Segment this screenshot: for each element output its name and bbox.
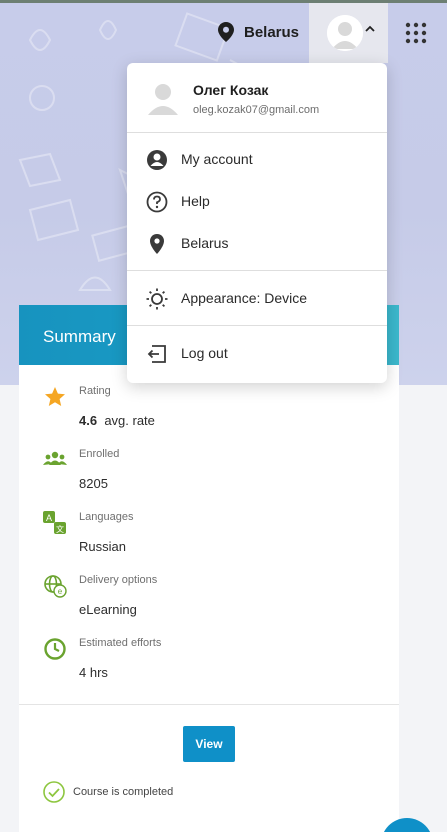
completion-status: Course is completed [43, 781, 173, 803]
help-circle-icon [146, 191, 168, 213]
enrolled-value: 8205 [79, 476, 108, 491]
user-avatar-icon [148, 84, 178, 115]
user-email: oleg.kozak07@gmail.com [193, 104, 320, 116]
check-circle-icon [43, 781, 65, 803]
rating-suffix: avg. rate [104, 413, 155, 428]
chevron-up-icon [365, 25, 375, 32]
apps-grid-icon[interactable] [405, 22, 427, 44]
menu-item-label: Log out [181, 345, 228, 361]
delivery-value: eLearning [79, 602, 137, 617]
rating-label: Rating [79, 385, 111, 397]
user-menu-button[interactable] [309, 3, 388, 63]
completion-label: Course is completed [73, 786, 174, 798]
menu-item-help[interactable]: Help [127, 182, 387, 222]
efforts-label: Estimated efforts [79, 637, 162, 649]
user-dropdown-menu: Олег Козак oleg.kozak07@gmail.com My acc… [127, 63, 387, 383]
avatar [327, 15, 363, 51]
menu-item-my-account[interactable]: My account [127, 140, 387, 180]
svg-text:A: A [46, 513, 52, 523]
summary-card: Summary Rating 4.6 avg. rate Enrolled 82… [19, 305, 399, 832]
efforts-value: 4 hrs [79, 665, 108, 680]
menu-item-label: Appearance: Device [181, 290, 308, 306]
menu-divider [127, 132, 387, 133]
location-pin-icon [150, 234, 164, 254]
menu-divider [127, 325, 387, 326]
user-avatar-icon [327, 15, 363, 51]
menu-profile: Олег Козак oleg.kozak07@gmail.com [127, 63, 387, 132]
svg-text:e: e [58, 587, 63, 596]
menu-item-label: Help [181, 193, 210, 209]
rating-value: 4.6 [79, 413, 98, 428]
menu-item-location[interactable]: Belarus [127, 224, 387, 264]
menu-item-logout[interactable]: Log out [127, 334, 387, 374]
menu-divider [127, 270, 387, 271]
card-divider [19, 704, 399, 705]
globe-icon: e [44, 575, 67, 598]
clock-icon [44, 638, 66, 660]
view-button[interactable]: View [183, 726, 235, 762]
location-pin-icon [218, 22, 234, 42]
user-name: Олег Козак [193, 82, 269, 98]
header-location-label: Belarus [244, 23, 300, 41]
translate-icon: A 文 [43, 511, 66, 534]
menu-item-label: Belarus [181, 235, 229, 251]
enrolled-label: Enrolled [79, 448, 120, 460]
delivery-label: Delivery options [79, 574, 158, 586]
languages-value: Russian [79, 539, 126, 554]
menu-item-appearance[interactable]: Appearance: Device [127, 279, 387, 319]
logout-icon [147, 345, 166, 363]
header-location[interactable]: Belarus [218, 22, 299, 42]
brightness-icon [146, 288, 168, 310]
people-icon [43, 451, 67, 465]
languages-label: Languages [79, 511, 134, 523]
svg-text:文: 文 [56, 524, 64, 534]
menu-item-label: My account [181, 151, 253, 167]
rating-value-line: 4.6 avg. rate [79, 413, 155, 428]
star-icon [45, 387, 65, 406]
account-circle-icon [147, 150, 167, 170]
